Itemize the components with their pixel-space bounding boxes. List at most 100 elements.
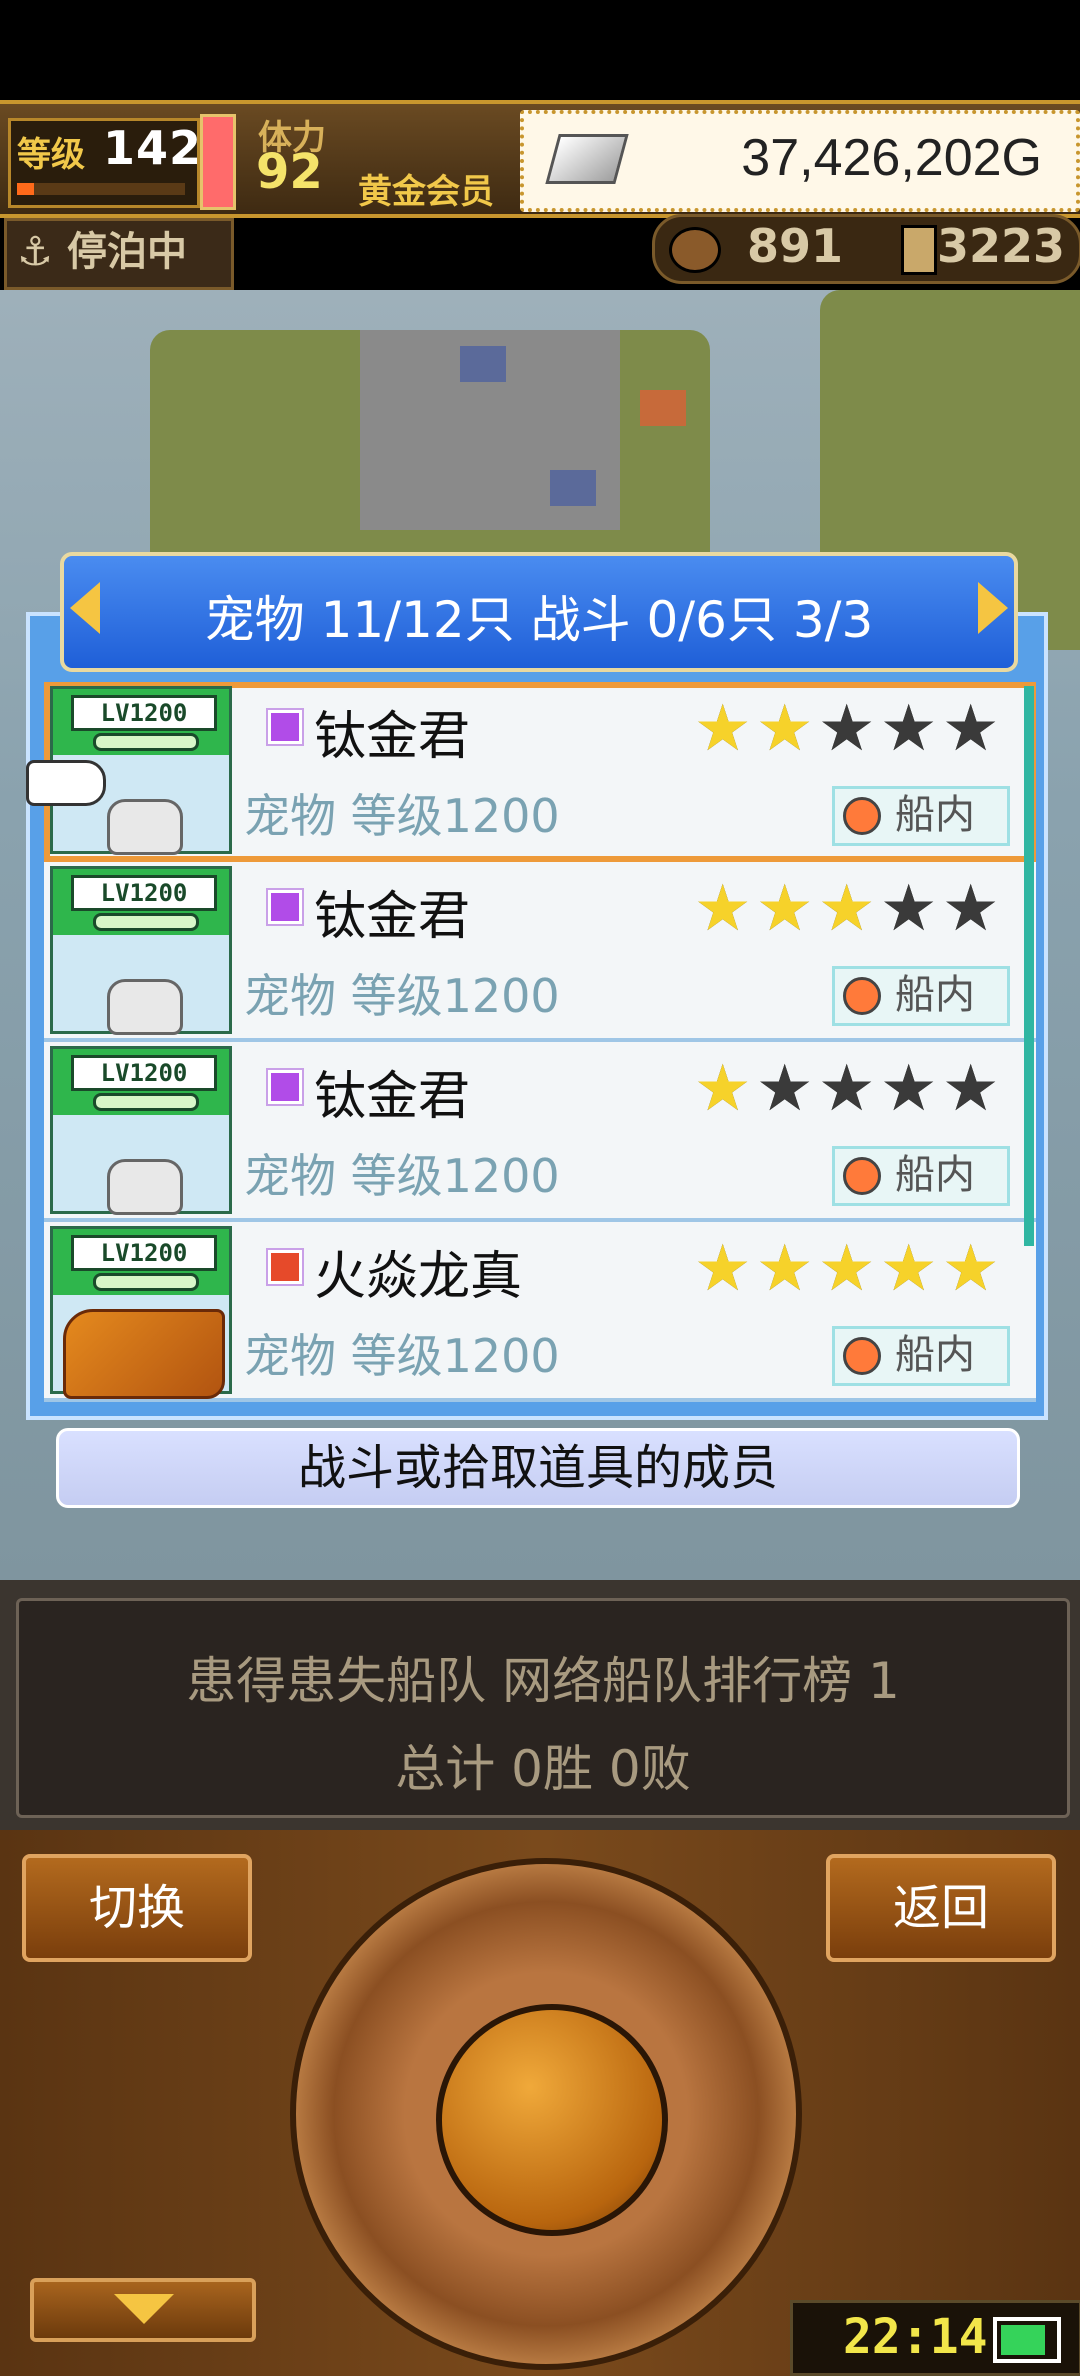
- dock-status[interactable]: ⚓ 停泊中: [4, 218, 234, 290]
- star-icon: ★: [880, 872, 938, 946]
- pet-subtitle: 宠物 等级1200: [244, 789, 560, 843]
- star-icon: ★: [818, 872, 876, 946]
- element-icon: [266, 888, 304, 926]
- pet-subtitle: 宠物 等级1200: [244, 1329, 560, 1383]
- down-arrow-icon: [114, 2294, 174, 2324]
- battery-icon: [993, 2317, 1061, 2363]
- panel-header: 宠物 11/12只 战斗 0/6只 3/3: [60, 552, 1018, 672]
- star-icon: ★: [942, 1232, 1000, 1306]
- dpad[interactable]: [290, 1858, 802, 2370]
- cat-pet-image: [107, 799, 183, 855]
- gold-box: 37,426,202G: [520, 110, 1080, 212]
- pet-thumbnail: LV1200: [50, 1046, 232, 1215]
- resources: 891 3223: [652, 214, 1080, 284]
- location-pin-icon: [843, 1157, 881, 1195]
- clock: 22:14: [790, 2300, 1080, 2376]
- battle-members-button[interactable]: 战斗或拾取道具的成员: [56, 1428, 1020, 1508]
- pet-row[interactable]: LV1200 钛金君宠物 等级1200 ★★★★★ 船内: [44, 682, 1036, 862]
- silver-bar-icon: [545, 134, 629, 184]
- list-scrollbar[interactable]: [1024, 686, 1034, 1246]
- pet-level: LV1200: [71, 1235, 217, 1271]
- level-progress-fill: [17, 183, 34, 195]
- dpad-center-button[interactable]: [436, 2004, 668, 2236]
- location-badge: 船内: [832, 1326, 1010, 1386]
- pet-row[interactable]: LV1200 火焱龙真宠物 等级1200 ★★★★★ 船内: [44, 1222, 1036, 1402]
- star-icon: ★: [756, 692, 814, 766]
- switch-button[interactable]: 切换: [22, 1854, 252, 1962]
- location-badge: 船内: [832, 786, 1010, 846]
- level-box: 等级 142: [8, 118, 203, 208]
- status-bar: 等级 142 体力 92 黄金会员 37,426,202G: [0, 100, 1080, 218]
- pet-row[interactable]: LV1200 钛金君宠物 等级1200 ★★★★★ 船内: [44, 1042, 1036, 1222]
- star-icon: ★: [880, 1052, 938, 1126]
- pet-exp-bar: [93, 733, 199, 751]
- gold-value: 37,426,202G: [741, 129, 1042, 187]
- dock-status-label: 停泊中: [67, 229, 187, 275]
- pet-name: 钛金君: [314, 887, 471, 947]
- location-badge: 船内: [832, 1146, 1010, 1206]
- clock-time: 22:14: [843, 2309, 988, 2365]
- pet-thumbnail: LV1200: [50, 866, 232, 1035]
- star-icon: ★: [942, 872, 1000, 946]
- dragon-pet-image: [63, 1309, 225, 1399]
- pet-name: 钛金君: [314, 707, 471, 767]
- stamina-value: 92: [256, 144, 323, 200]
- food-icon: [669, 227, 721, 273]
- location-pin-icon: [843, 1337, 881, 1375]
- pet-name: 火焱龙真: [314, 1247, 523, 1307]
- level-tag: LV1200: [53, 869, 229, 935]
- star-icon: ★: [756, 1052, 814, 1126]
- pet-thumbnail: LV1200: [50, 1226, 232, 1399]
- rarity-stars: ★★★★★: [694, 1052, 1006, 1126]
- star-icon: ★: [756, 1232, 814, 1306]
- element-icon: [266, 1068, 304, 1106]
- pet-level: LV1200: [71, 1055, 217, 1091]
- level-tag: LV1200: [53, 689, 229, 755]
- cat-pet-image: [107, 1159, 183, 1215]
- fleet-ranking: 患得患失船队 网络船队排行榜 1: [186, 1652, 900, 1710]
- pet-exp-bar: [93, 1093, 199, 1111]
- pet-level: LV1200: [71, 875, 217, 911]
- location-label: 船内: [895, 1332, 975, 1378]
- cat-pet-image: [107, 979, 183, 1035]
- level-value: 142: [103, 121, 203, 175]
- pet-name: 钛金君: [314, 1067, 471, 1127]
- vip-badge: 黄金会员: [358, 172, 494, 212]
- controller: 切换 返回 22:14: [0, 1830, 1080, 2376]
- level-progress-bar: [17, 183, 185, 195]
- wood-value: 3223: [937, 219, 1066, 273]
- star-icon: ★: [694, 1052, 752, 1126]
- anchor-icon: ⚓: [17, 229, 53, 275]
- panel-title: 宠物 11/12只 战斗 0/6只 3/3: [204, 591, 874, 649]
- building: [640, 390, 686, 426]
- rarity-stars: ★★★★★: [694, 1232, 1006, 1306]
- pointing-hand-icon: [26, 760, 106, 806]
- star-icon: ★: [818, 1052, 876, 1126]
- element-icon: [266, 1248, 304, 1286]
- fleet-record: 总计 0胜 0败: [395, 1740, 691, 1798]
- fleet-info-box: 患得患失船队 网络船队排行榜 1 总计 0胜 0败: [16, 1598, 1070, 1818]
- level-label: 等级: [17, 135, 85, 175]
- stamina-gauge: [200, 114, 236, 210]
- pet-row[interactable]: LV1200 钛金君 宠物 等级1200 ★★★★★ 船内: [44, 862, 1036, 1042]
- star-icon: ★: [818, 692, 876, 766]
- rarity-stars: ★★★★★: [694, 692, 1006, 766]
- down-button[interactable]: [30, 2278, 256, 2342]
- pet-subtitle: 宠物 等级1200: [244, 1149, 560, 1203]
- building: [460, 346, 506, 382]
- battery-fill: [1001, 2325, 1045, 2355]
- star-icon: ★: [880, 1232, 938, 1306]
- location-label: 船内: [895, 792, 975, 838]
- pet-list[interactable]: LV1200 钛金君 宠物 等级1200 ★★★★★ 船内 LV1200 钛金君 宠物 等级1…: [44, 682, 1040, 1402]
- next-page-button[interactable]: [978, 582, 1008, 634]
- star-icon: ★: [694, 692, 752, 766]
- element-icon: [266, 708, 304, 746]
- fleet-info: 患得患失船队 网络船队排行榜 1 总计 0胜 0败: [0, 1580, 1080, 1830]
- pet-panel: LV1200 钛金君 宠物 等级1200 ★★★★★ 船内 LV1200 钛金君 宠物 等级1…: [26, 612, 1048, 1420]
- pet-level: LV1200: [71, 695, 217, 731]
- location-badge: 船内: [832, 966, 1010, 1026]
- star-icon: ★: [756, 872, 814, 946]
- back-button[interactable]: 返回: [826, 1854, 1056, 1962]
- location-pin-icon: [843, 977, 881, 1015]
- star-icon: ★: [694, 1232, 752, 1306]
